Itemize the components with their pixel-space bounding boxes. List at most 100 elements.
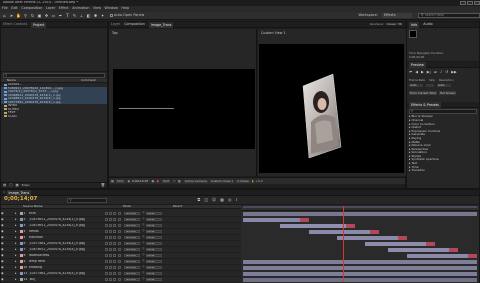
parent-pickwhip-icon[interactable]: ◎ [142,266,144,269]
blend-mode-select[interactable]: Normal [124,253,141,258]
3d-view-select-left[interactable]: Active Camera [183,179,208,183]
label-color[interactable] [19,266,23,269]
selection-arrow-icon[interactable]: ➤ [9,13,14,18]
roi-icon[interactable]: ▭ [173,179,176,183]
expand-arrow-icon[interactable]: ▸ [15,218,19,221]
roto-brush-icon[interactable]: ✱ [93,13,98,18]
shy-icon[interactable]: ☺ [212,198,216,202]
transition-marker[interactable] [449,248,459,252]
quality-switch[interactable] [113,236,117,239]
tab-project[interactable]: Project [31,21,47,28]
collapse-switch[interactable] [109,212,113,215]
workspace-select[interactable]: Effects [382,12,412,19]
parent-select[interactable]: None [145,271,162,276]
collapse-switch[interactable] [109,266,113,269]
list-item[interactable]: Solids [1,115,107,119]
clone-stamp-icon[interactable]: ⊥ [79,13,84,18]
3d-switch[interactable] [117,242,121,245]
3d-switch[interactable] [117,266,121,269]
parent-select[interactable]: None [145,211,162,216]
parent-select[interactable]: None [145,265,162,270]
view-layout-select[interactable]: 2 Views [236,179,250,183]
renderer-value[interactable]: Classic 3D [386,23,402,26]
col-parent[interactable]: Parent [173,205,182,208]
tab-image-trans[interactable]: Image_Trans [148,21,174,28]
shy-switch[interactable] [105,218,109,221]
parent-pickwhip-icon[interactable]: ◎ [142,212,144,215]
layer-name[interactable]: [BG] [29,278,105,281]
transition-marker[interactable] [425,242,435,246]
label-color[interactable] [19,212,23,215]
search-help-field[interactable]: ⚲ Search Help [418,13,480,18]
motion-blur-icon[interactable]: ◎ [228,198,232,202]
quality-switch[interactable] [113,272,117,275]
3d-view-select-right[interactable]: Custom View 1 [209,179,235,183]
label-color[interactable] [19,254,23,257]
parent-select[interactable]: None [145,229,162,234]
list-item[interactable]: ▸ Transition [409,169,479,173]
parent-select[interactable]: None [145,277,162,282]
expand-arrow-icon[interactable]: ▸ [15,212,19,215]
visibility-eye-icon[interactable]: ◉ [1,266,5,269]
3d-switch[interactable] [117,212,121,215]
blend-mode-select[interactable]: Normal [124,277,141,282]
shy-switch[interactable] [105,236,109,239]
blend-mode-select[interactable]: Normal [124,223,141,228]
shy-switch[interactable] [105,272,109,275]
parent-pickwhip-icon[interactable]: ◎ [142,242,144,245]
shy-switch[interactable] [105,230,109,233]
full-screen-button[interactable]: Full Screen [439,90,457,96]
tab-effect-controls[interactable]: Effect Controls [3,22,27,26]
expand-arrow-icon[interactable]: ▸ [15,266,19,269]
parent-select[interactable]: None [145,247,162,252]
layer-name[interactable]: Temp Hero [29,260,105,263]
parent-pickwhip-icon[interactable]: ◎ [142,230,144,233]
shy-switch[interactable] [105,260,109,263]
label-color[interactable] [19,248,23,251]
parent-select[interactable]: None [145,223,162,228]
shy-switch[interactable] [105,266,109,269]
prev-frame-icon[interactable]: ◀ [415,71,418,75]
label-color[interactable] [19,260,23,263]
shy-switch[interactable] [105,278,109,281]
layer-name[interactable]: [10478911_2000478_4234(2)_n.jpg] [29,224,105,227]
collapse-switch[interactable] [109,242,113,245]
resolution-select[interactable]: Auto [437,84,451,87]
resolution-select[interactable]: Half [162,179,170,183]
timecode-display[interactable]: 0;00;14;07 [132,179,148,183]
new-folder-icon[interactable]: ▢ [9,183,12,187]
interpret-footage-icon[interactable]: ▤ [3,183,6,187]
next-frame-icon[interactable]: ▶| [427,71,431,75]
shy-switch[interactable] [105,242,109,245]
menu-file[interactable]: File [2,6,8,10]
home-icon[interactable]: ⌂ [2,13,7,18]
eraser-icon[interactable]: ◧ [86,13,91,18]
transition-marker[interactable] [397,236,407,240]
layer-duration-bar[interactable] [364,242,435,246]
ram-preview-icon[interactable]: ▶▶ [451,71,457,75]
label-color[interactable] [19,236,23,239]
layer-name[interactable]: [10577881_2000478_4234(3)_n.jpg] [29,242,105,245]
menu-effect[interactable]: Effect [59,6,69,10]
layer-duration-bar[interactable] [406,254,477,258]
play-icon[interactable]: ▶ [421,71,424,75]
expand-arrow-icon[interactable]: ▸ [15,278,19,281]
transparency-icon[interactable]: ▩ [178,179,181,183]
effects-search[interactable]: ⚲ [409,109,477,114]
visibility-eye-icon[interactable]: ◉ [1,236,5,239]
collapse-switch[interactable] [109,260,113,263]
tab-audio[interactable]: Audio [423,22,432,26]
label-color[interactable] [19,224,23,227]
blend-mode-select[interactable]: Normal [124,229,141,234]
snapshot-icon[interactable]: ◉ [128,179,131,183]
parent-select[interactable]: None [145,217,162,222]
3d-switch[interactable] [117,218,121,221]
label-color[interactable] [19,230,23,233]
blend-mode-select[interactable]: Normal [124,235,141,240]
menu-view[interactable]: View [93,6,101,10]
zoom-icon[interactable]: ⚲ [23,13,28,18]
visibility-eye-icon[interactable]: ◉ [1,278,5,281]
visibility-eye-icon[interactable]: ◉ [1,218,5,221]
expand-arrow-icon[interactable]: ▸ [15,230,19,233]
menu-layer[interactable]: Layer [46,6,55,10]
